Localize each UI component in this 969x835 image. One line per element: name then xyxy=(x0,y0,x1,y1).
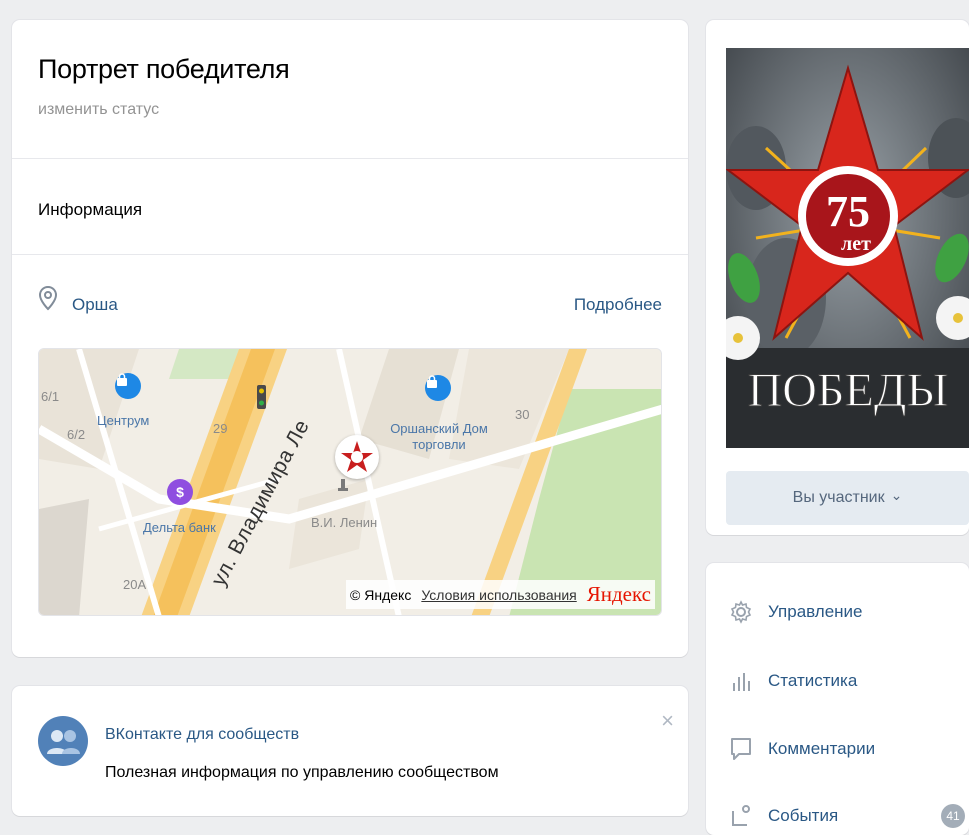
location-pin-icon xyxy=(38,285,58,318)
membership-dropdown-button[interactable]: Вы участник ⌄ xyxy=(726,471,969,525)
stats-icon xyxy=(728,668,754,694)
map-label-delta: Дельта банк xyxy=(143,520,216,535)
page-header: Портрет победителя изменить статус xyxy=(12,20,688,159)
map-house-number: 30 xyxy=(515,407,530,422)
page-title: Портрет победителя xyxy=(38,54,290,84)
lenin-monument-icon[interactable] xyxy=(335,435,379,479)
community-group-icon xyxy=(38,716,88,766)
shopping-poi-icon[interactable] xyxy=(425,375,451,401)
menu-item-label: Управление xyxy=(768,602,863,621)
membership-label: Вы участник xyxy=(792,489,885,506)
map-label-orshansky: Оршанский Дом торговли xyxy=(390,421,488,452)
gear-icon xyxy=(728,599,754,625)
map-label-tsentrum: Центрум xyxy=(97,413,150,428)
comment-icon xyxy=(728,736,754,762)
map-label-lenin: В.И. Ленин xyxy=(311,515,378,530)
menu-item-management[interactable]: Управление xyxy=(728,592,969,632)
more-details-link[interactable]: Подробнее xyxy=(574,295,662,315)
cover-word: ПОБЕДЫ xyxy=(748,364,949,417)
menu-item-statistics[interactable]: Статистика xyxy=(728,661,969,701)
city-name[interactable]: Орша xyxy=(72,295,118,315)
promo-title[interactable]: ВКонтакте для сообществ xyxy=(105,726,299,744)
community-info-card: Портрет победителя изменить статус Инфор… xyxy=(12,20,688,657)
menu-item-comments[interactable]: Комментарии xyxy=(728,729,969,769)
address-row: Орша Подробнее xyxy=(12,255,688,347)
map-terms-link[interactable]: Условия использования xyxy=(421,587,576,603)
victory-75-emblem: 75 лет ПОБЕДЫ xyxy=(726,48,969,448)
cover-number: 75 xyxy=(826,187,870,236)
info-section-title: Информация xyxy=(12,159,688,255)
promo-text: Полезная информация по управлению сообще… xyxy=(105,764,499,781)
bank-poi-icon[interactable]: $ xyxy=(167,479,193,505)
change-status-link[interactable]: изменить статус xyxy=(38,101,662,119)
shopping-poi-icon[interactable] xyxy=(115,373,141,399)
chevron-down-icon: ⌄ xyxy=(890,486,903,503)
map-house-number: 29 xyxy=(213,421,228,436)
map-attribution: © Яндекс Условия использования Яндекс xyxy=(346,580,655,609)
community-cover-card: 75 лет ПОБЕДЫ Вы участник ⌄ xyxy=(706,20,969,535)
close-icon[interactable]: × xyxy=(661,708,674,734)
promo-banner: ВКонтакте для сообществ Полезная информа… xyxy=(12,686,688,816)
map-house-number: 20А xyxy=(123,577,147,592)
monument-marker-icon xyxy=(338,479,348,491)
map-house-number: 6/1 xyxy=(41,389,60,404)
map-house-number: 6/2 xyxy=(67,427,86,442)
community-avatar[interactable]: 75 лет ПОБЕДЫ xyxy=(726,48,969,448)
events-count-badge: 41 xyxy=(941,804,965,828)
location-map[interactable]: Центрум Оршанский Дом торговли $ Дельта … xyxy=(38,348,662,616)
community-menu: Управление Статистика Комментарии Событи… xyxy=(706,563,969,835)
menu-item-events[interactable]: События 41 xyxy=(728,796,969,835)
events-icon xyxy=(728,803,754,829)
menu-item-label: Статистика xyxy=(768,671,858,690)
yandex-logo[interactable]: Яндекс xyxy=(587,582,651,607)
menu-item-label: Комментарии xyxy=(768,739,876,758)
map-copyright: © Яндекс xyxy=(350,586,412,603)
menu-item-label: События xyxy=(768,806,839,825)
cover-years: лет xyxy=(841,233,871,255)
